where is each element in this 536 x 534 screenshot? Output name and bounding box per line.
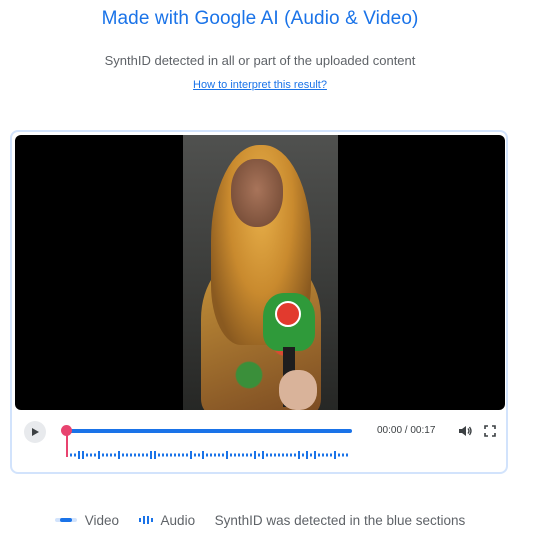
microphone-logo [275, 301, 301, 327]
play-icon [32, 428, 39, 436]
video-frame [183, 135, 338, 410]
video-player[interactable] [15, 135, 505, 410]
legend: Video Audio SynthID was detected in the … [0, 512, 520, 528]
result-subtitle: SynthID detected in all or part of the u… [104, 53, 416, 68]
volume-icon[interactable] [457, 423, 473, 439]
video-legend-icon [54, 518, 77, 523]
play-button[interactable] [24, 421, 46, 443]
time-display: 00:00 / 00:17 [377, 425, 436, 436]
audio-legend-icon [138, 516, 153, 525]
audio-legend-label: Audio [160, 512, 196, 528]
fullscreen-icon[interactable] [482, 423, 498, 439]
face-shape [231, 159, 283, 227]
player-controls: 00:00 / 00:17 [15, 415, 505, 470]
hand-shape [279, 370, 317, 410]
detection-note: SynthID was detected in the blue section… [214, 512, 466, 528]
interpret-result-link[interactable]: How to interpret this result? [0, 79, 520, 91]
video-detection-track[interactable] [67, 429, 352, 433]
playhead-handle[interactable] [61, 425, 72, 436]
video-legend-label: Video [84, 512, 120, 528]
audio-detection-waveform [70, 451, 348, 459]
result-title: Made with Google AI (Audio & Video) [101, 8, 419, 29]
playhead-line [66, 435, 68, 457]
